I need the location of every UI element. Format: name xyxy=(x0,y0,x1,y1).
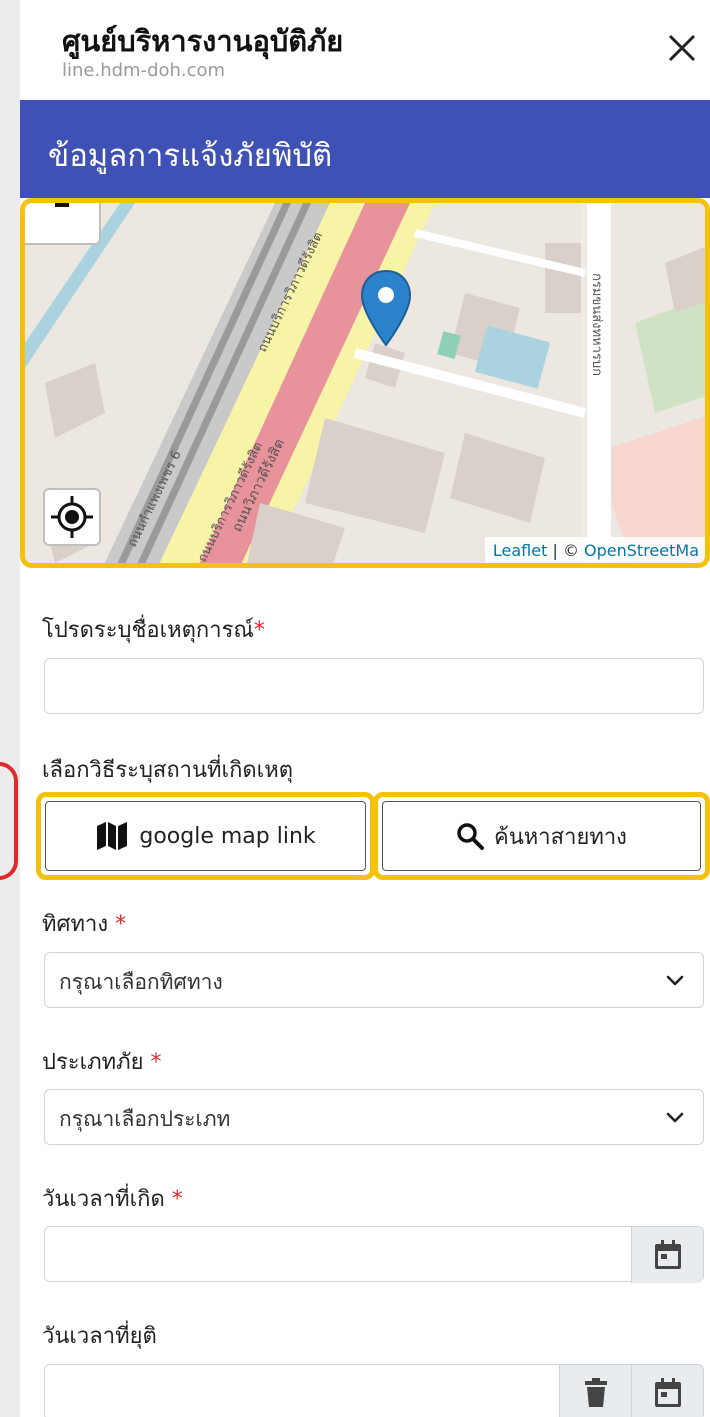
clear-datetime-button[interactable] xyxy=(559,1365,631,1417)
site-title: ศูนย์บริหารงานอุบัติภัย xyxy=(62,24,344,58)
map-icon xyxy=(97,822,128,850)
start-datetime-label: วันเวลาที่เกิด * xyxy=(42,1181,183,1216)
end-calendar-button[interactable] xyxy=(631,1365,703,1417)
trash-icon xyxy=(584,1378,607,1407)
browser-topbar: ศูนย์บริหารงานอุบัติภัย line.hdm-doh.com xyxy=(20,0,710,100)
leaflet-link[interactable]: Leaflet xyxy=(493,541,547,560)
search-route-label: ค้นหาสายทาง xyxy=(494,824,627,850)
zoom-out-button[interactable] xyxy=(25,203,101,245)
start-calendar-button[interactable] xyxy=(631,1227,703,1283)
direction-select[interactable]: กรุณาเลือกทิศทาง xyxy=(44,952,704,1008)
event-name-label-text: โปรดระบุชื่อเหตุการณ์ xyxy=(42,618,254,643)
chevron-down-icon xyxy=(666,975,684,986)
page-header: ข้อมูลการแจ้งภัยพิบัติ xyxy=(20,100,710,198)
event-name-input[interactable] xyxy=(44,658,704,714)
google-map-link-button-inner: google map link xyxy=(45,801,366,871)
site-url: line.hdm-doh.com xyxy=(62,60,226,81)
close-icon[interactable] xyxy=(660,26,704,70)
direction-label: ทิศทาง * xyxy=(42,906,126,941)
start-datetime-label-text: วันเวลาที่เกิด xyxy=(42,1187,165,1212)
map-tiles: ถนนวิภาวดีรังสิต ถนนบริการวิภาวดีรังสิต … xyxy=(25,203,705,563)
event-name-label: โปรดระบุชื่อเหตุการณ์* xyxy=(42,612,265,647)
direction-select-value: กรุณาเลือกทิศทาง xyxy=(59,970,223,994)
required-mark: * xyxy=(115,912,127,937)
calendar-icon xyxy=(654,1378,681,1407)
hazard-type-label: ประเภทภัย * xyxy=(42,1044,162,1079)
required-mark: * xyxy=(150,1050,162,1075)
direction-label-text: ทิศทาง xyxy=(42,912,109,937)
end-datetime-input[interactable] xyxy=(44,1364,704,1417)
osm-link[interactable]: OpenStreetMa xyxy=(584,541,699,560)
search-route-button[interactable]: ค้นหาสายทาง xyxy=(373,792,710,880)
map-view[interactable]: ถนนวิภาวดีรังสิต ถนนบริการวิภาวดีรังสิต … xyxy=(20,198,710,568)
background-strip xyxy=(0,0,20,1417)
search-route-button-inner: ค้นหาสายทาง xyxy=(382,801,701,871)
calendar-icon xyxy=(654,1240,681,1269)
map-pin-icon[interactable] xyxy=(359,269,413,347)
google-map-link-button[interactable]: google map link xyxy=(36,792,375,880)
location-method-label: เลือกวิธีระบุสถานที่เกิดเหตุ xyxy=(42,758,293,783)
hazard-type-select-value: กรุณาเลือกประเภท xyxy=(59,1107,231,1131)
hazard-type-label-text: ประเภทภัย xyxy=(42,1050,144,1075)
crosshair-icon xyxy=(51,496,93,538)
start-datetime-input[interactable] xyxy=(44,1226,704,1283)
modal-window: ศูนย์บริหารงานอุบัติภัย line.hdm-doh.com… xyxy=(20,0,710,1417)
search-icon xyxy=(457,823,485,850)
page-title: ข้อมูลการแจ้งภัยพิบัติ xyxy=(48,138,333,174)
map-attribution: Leaflet | © OpenStreetMa xyxy=(484,537,705,563)
minus-icon xyxy=(55,203,69,207)
chevron-down-icon xyxy=(666,1112,684,1123)
locate-button[interactable] xyxy=(43,488,101,546)
edge-highlight-marker xyxy=(0,762,18,880)
required-mark: * xyxy=(171,1187,183,1212)
end-datetime-label: วันเวลาที่ยุติ xyxy=(42,1324,157,1349)
required-mark: * xyxy=(253,618,265,643)
hazard-type-select[interactable]: กรุณาเลือกประเภท xyxy=(44,1089,704,1145)
attribution-separator: | © xyxy=(547,541,585,560)
google-map-link-label: google map link xyxy=(139,823,316,849)
street-label: กรมขนส่งทหารบก xyxy=(589,273,604,376)
